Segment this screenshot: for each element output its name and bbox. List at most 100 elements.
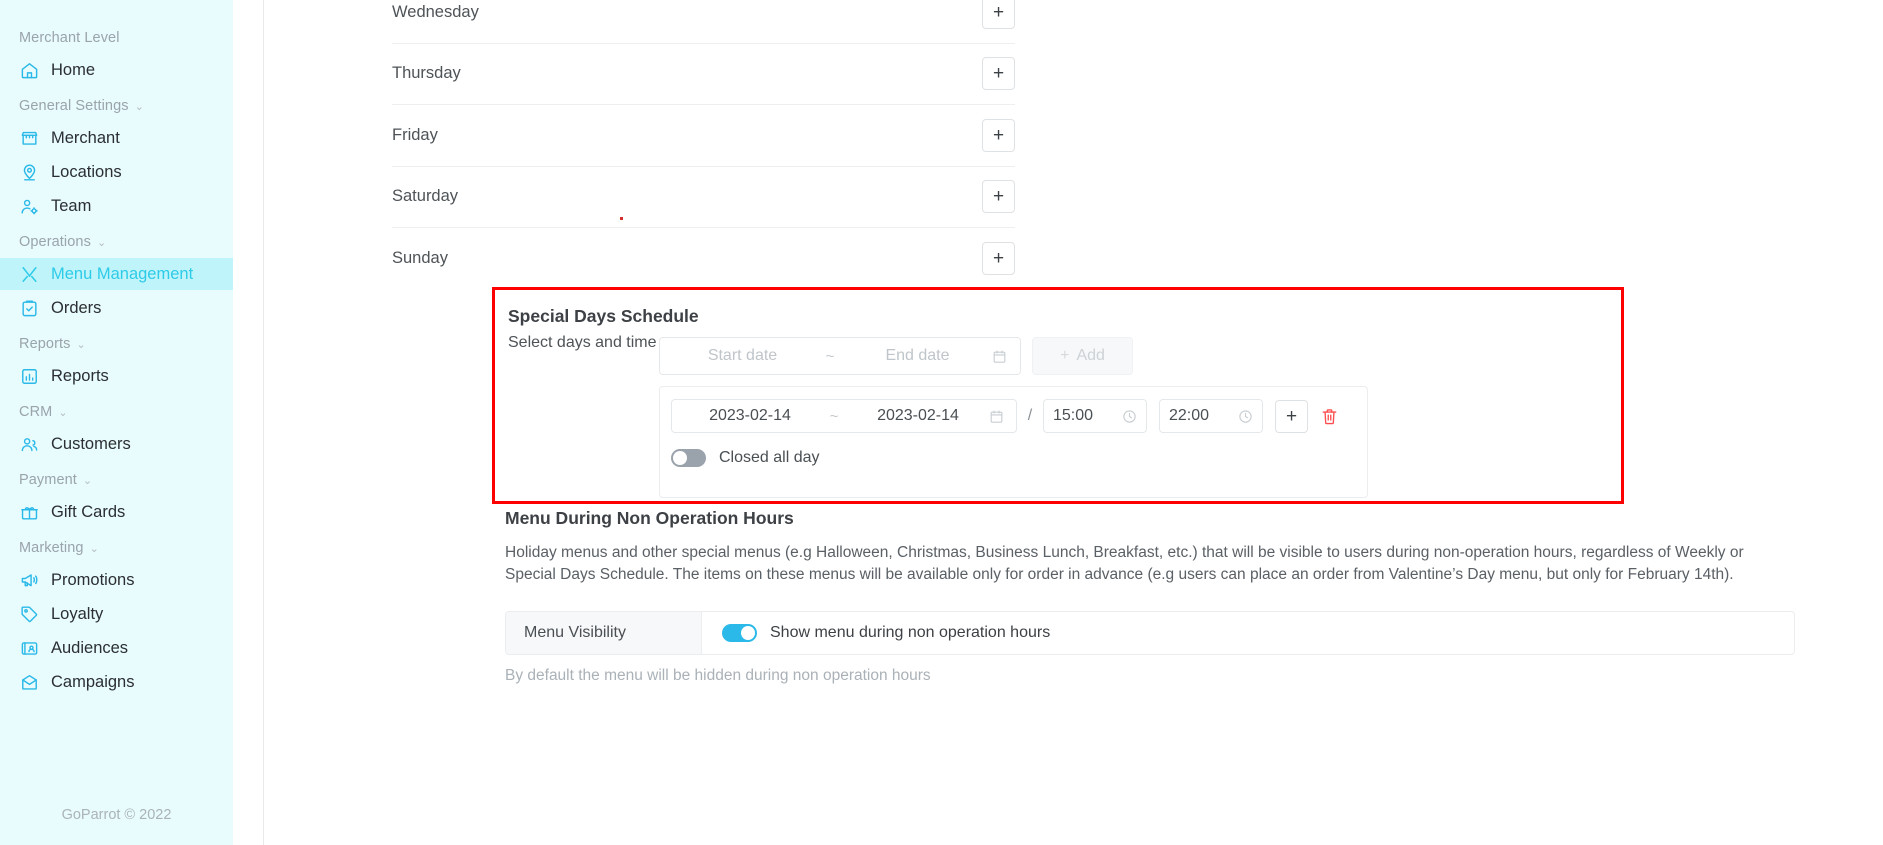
sidebar-item-home[interactable]: Home [0, 54, 233, 86]
table-row: Sunday + [392, 228, 1015, 290]
start-time-value[interactable]: 15:00 [1053, 407, 1122, 425]
table-row: Friday + [392, 105, 1015, 167]
megaphone-icon [19, 570, 39, 590]
end-date-input[interactable]: End date [846, 347, 989, 365]
sidebar-item-label: Loyalty [51, 604, 104, 623]
add-button-label: Add [1076, 347, 1105, 364]
sidebar-item-label: Promotions [51, 570, 135, 589]
toggle-knob [741, 626, 755, 640]
nav-group-title: CRM [19, 404, 53, 420]
nav-group-header-marketing[interactable]: Marketing ⌄ [0, 532, 233, 564]
nav-group-title: Operations [19, 234, 91, 250]
calendar-icon [989, 349, 1009, 364]
sidebar-item-promotions[interactable]: Promotions [0, 564, 233, 596]
clock-icon [1238, 409, 1253, 424]
entry-range-separator: ~ [829, 407, 839, 425]
nav-group-reports: Reports ⌄ Reports [0, 328, 233, 392]
menu-visibility-hint: By default the menu will be hidden durin… [505, 667, 931, 684]
add-hours-button-saturday[interactable]: + [982, 180, 1015, 214]
chevron-down-icon: ⌄ [89, 542, 99, 555]
cutlery-icon [19, 264, 39, 284]
trash-icon [1320, 407, 1339, 426]
sidebar-item-customers[interactable]: Customers [0, 428, 233, 460]
end-time-picker[interactable]: 22:00 [1159, 399, 1263, 433]
menu-visibility-body: Show menu during non operation hours [702, 612, 1794, 654]
sidebar-item-reports[interactable]: Reports [0, 360, 233, 392]
show-menu-non-operation-toggle[interactable] [722, 624, 757, 642]
nav-group-title: General Settings [19, 98, 129, 114]
app-root: Merchant Level Home General Settings ⌄ M… [0, 0, 1883, 845]
end-time-value[interactable]: 22:00 [1169, 407, 1238, 425]
sidebar-item-label: Merchant [51, 128, 120, 147]
nav-group-marketing: Marketing ⌄ Promotions Loyalty Audiences… [0, 532, 233, 698]
sidebar-item-label: Reports [51, 366, 109, 385]
nav-group-header-payment[interactable]: Payment ⌄ [0, 464, 233, 496]
closed-all-day-toggle[interactable] [671, 449, 706, 467]
add-time-slot-button[interactable]: + [1275, 399, 1308, 433]
sidebar-item-gift-cards[interactable]: Gift Cards [0, 496, 233, 528]
closed-all-day-label: Closed all day [719, 449, 820, 466]
menu-visibility-row: Menu Visibility Show menu during non ope… [505, 611, 1795, 655]
start-date-input[interactable]: Start date [671, 347, 814, 365]
date-time-separator: / [1027, 407, 1033, 424]
sidebar-item-label: Gift Cards [51, 502, 126, 521]
nav-group-merchant-level: Merchant Level Home [0, 22, 233, 86]
sidebar-item-menu-management[interactable]: Menu Management [0, 258, 233, 290]
sidebar-item-loyalty[interactable]: Loyalty [0, 598, 233, 630]
chevron-down-icon: ⌄ [82, 474, 93, 487]
plus-icon: + [1060, 347, 1070, 364]
add-special-day-button[interactable]: + Add [1032, 337, 1133, 375]
sidebar-item-label: Locations [51, 162, 122, 181]
calendar-icon [986, 409, 1006, 424]
main-content: Wednesday + Thursday + Friday + Saturday… [233, 0, 1883, 845]
nav-group-crm: CRM ⌄ Customers [0, 396, 233, 460]
sidebar-item-audiences[interactable]: Audiences [0, 632, 233, 664]
toggle-knob [673, 451, 687, 465]
sidebar-item-locations[interactable]: Locations [0, 156, 233, 188]
sidebar-item-merchant[interactable]: Merchant [0, 122, 233, 154]
range-separator: ~ [825, 347, 835, 365]
show-menu-toggle-label: Show menu during non operation hours [770, 624, 1051, 641]
nav-group-header-crm[interactable]: CRM ⌄ [0, 396, 233, 428]
add-hours-button-thursday[interactable]: + [982, 57, 1015, 91]
entry-end-date-value[interactable]: 2023-02-14 [850, 407, 986, 425]
users-icon [19, 434, 39, 454]
entry-date-range-picker[interactable]: 2023-02-14 ~ 2023-02-14 [671, 399, 1017, 433]
menu-visibility-label: Menu Visibility [506, 612, 702, 654]
delete-special-day-button[interactable] [1314, 401, 1344, 431]
clipboard-check-icon [19, 298, 39, 318]
nav-group-operations: Operations ⌄ Menu Management Orders [0, 226, 233, 324]
sidebar-item-team[interactable]: Team [0, 190, 233, 222]
sidebar-item-orders[interactable]: Orders [0, 292, 233, 324]
chevron-down-icon: ⌄ [76, 338, 86, 351]
section-title-special-days: Special Days Schedule [508, 306, 699, 326]
nav-group-header-merchant-level: Merchant Level [0, 22, 233, 54]
sidebar-item-label: Menu Management [51, 264, 194, 283]
closed-all-day-row: Closed all day [660, 433, 1367, 467]
nav-group-header-operations[interactable]: Operations ⌄ [0, 226, 233, 258]
add-hours-button-sunday[interactable]: + [982, 242, 1015, 276]
day-label: Wednesday [392, 2, 479, 21]
sidebar-item-label: Orders [51, 298, 102, 317]
nav-group-title: Marketing [19, 540, 84, 556]
entry-start-date-value[interactable]: 2023-02-14 [682, 407, 818, 425]
chevron-down-icon: ⌄ [134, 100, 144, 113]
nav-group-title: Reports [19, 336, 71, 352]
table-row: Saturday + [392, 167, 1015, 228]
nav-group-general-settings: General Settings ⌄ Merchant Locations Te… [0, 90, 233, 222]
date-range-picker[interactable]: Start date ~ End date [659, 337, 1021, 375]
start-time-picker[interactable]: 15:00 [1043, 399, 1147, 433]
bar-chart-icon [19, 366, 39, 386]
nav-group-header-reports[interactable]: Reports ⌄ [0, 328, 233, 360]
tag-icon [19, 604, 39, 624]
day-label: Sunday [392, 249, 448, 268]
home-icon [19, 60, 39, 80]
non-operation-description: Holiday menus and other special menus (e… [505, 544, 1744, 583]
add-hours-button-wednesday[interactable]: + [982, 0, 1015, 29]
special-days-schedule-section: Special Days Schedule Select days and ti… [492, 287, 1624, 504]
user-gear-icon [19, 196, 39, 216]
add-hours-button-friday[interactable]: + [982, 118, 1015, 152]
sidebar-item-campaigns[interactable]: Campaigns [0, 666, 233, 698]
nav-group-header-general-settings[interactable]: General Settings ⌄ [0, 90, 233, 122]
special-day-entry-card: 2023-02-14 ~ 2023-02-14 / 15:00 22:00 + … [659, 386, 1368, 498]
